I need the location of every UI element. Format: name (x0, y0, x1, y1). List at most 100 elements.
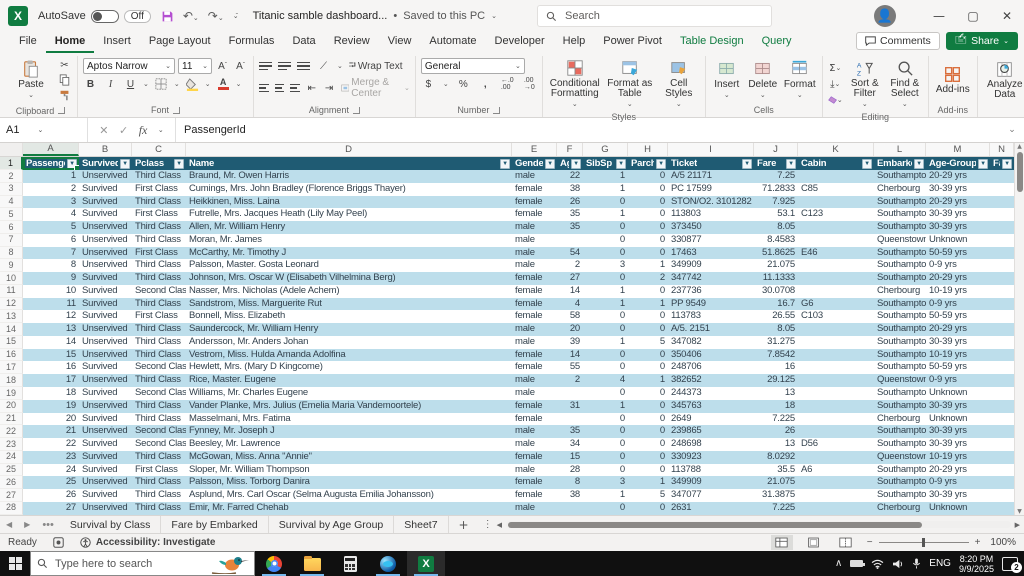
table-cell[interactable] (990, 502, 1014, 515)
table-cell[interactable]: 30-39 yrs (926, 183, 990, 196)
minimize-button[interactable]: — (922, 0, 956, 32)
table-cell[interactable] (557, 234, 583, 247)
table-cell[interactable]: Second Class (132, 285, 186, 298)
cancel-entry-icon[interactable]: ✕ (99, 124, 108, 137)
table-cell[interactable]: female (512, 361, 557, 374)
table-cell[interactable]: Southampton (874, 387, 926, 400)
table-cell[interactable]: 350406 (668, 349, 754, 362)
table-cell[interactable]: 18 (754, 400, 798, 413)
table-cell[interactable]: First Class (132, 310, 186, 323)
restore-button[interactable]: ▢ (956, 0, 990, 32)
table-cell[interactable] (798, 170, 874, 183)
table-cell[interactable]: 20 (557, 323, 583, 336)
table-cell[interactable] (798, 425, 874, 438)
zoom-level[interactable]: 100% (990, 537, 1016, 548)
column-letter-E[interactable]: E (512, 143, 557, 156)
table-cell[interactable]: 0 (583, 196, 628, 209)
column-letter-G[interactable]: G (583, 143, 628, 156)
table-cell[interactable]: 8.05 (754, 323, 798, 336)
table-cell[interactable] (798, 400, 874, 413)
table-cell[interactable]: Third Class (132, 196, 186, 209)
column-letter-B[interactable]: B (79, 143, 132, 156)
table-cell[interactable]: Southampton (874, 221, 926, 234)
table-cell[interactable]: 26 (754, 425, 798, 438)
table-cell[interactable]: 53.1 (754, 208, 798, 221)
table-cell[interactable]: 38 (557, 183, 583, 196)
table-cell[interactable]: Southampton (874, 336, 926, 349)
wrap-text-button[interactable]: ⮒ Wrap Text (349, 58, 403, 74)
table-cell[interactable]: 22 (23, 438, 79, 451)
table-cell[interactable]: 16.7 (754, 298, 798, 311)
header-cell-name[interactable]: Name ▼ (186, 157, 512, 170)
decrease-indent-icon[interactable]: ⇤ (306, 81, 317, 95)
table-cell[interactable] (990, 413, 1014, 426)
column-letter-H[interactable]: H (628, 143, 668, 156)
table-cell[interactable] (990, 489, 1014, 502)
table-cell[interactable] (990, 208, 1014, 221)
search-box[interactable]: Search (537, 5, 772, 27)
table-cell[interactable]: 0 (583, 502, 628, 515)
table-cell[interactable]: Survived (79, 310, 132, 323)
table-cell[interactable]: Futrelle, Mrs. Jacques Heath (Lily May P… (186, 208, 512, 221)
font-dialog-launcher-icon[interactable] (173, 106, 180, 114)
zoom-slider[interactable]: − + (867, 537, 981, 548)
table-cell[interactable]: First Class (132, 183, 186, 196)
table-cell[interactable]: Survived (79, 387, 132, 400)
conditional-formatting-button[interactable]: Conditional Formatting ⌄ (548, 58, 602, 110)
table-cell[interactable] (990, 310, 1014, 323)
table-cell[interactable]: 4 (557, 298, 583, 311)
table-cell[interactable]: Unservived (79, 170, 132, 183)
sheet-tab-survival-by-class[interactable]: Survival by Class (60, 516, 162, 533)
table-cell[interactable]: 26 (557, 196, 583, 209)
table-cell[interactable]: 0 (628, 413, 668, 426)
table-cell[interactable] (990, 476, 1014, 489)
table-cell[interactable]: 0 (583, 349, 628, 362)
table-cell[interactable]: 2 (23, 183, 79, 196)
font-name-select[interactable]: Aptos Narrow ⌄ (83, 58, 175, 74)
table-cell[interactable]: Unknown (926, 387, 990, 400)
table-cell[interactable]: C103 (798, 310, 874, 323)
table-cell[interactable]: Southampton (874, 425, 926, 438)
table-cell[interactable]: 3 (583, 476, 628, 489)
table-cell[interactable]: 18 (23, 387, 79, 400)
filter-button[interactable]: ▼ (616, 158, 626, 169)
orientation-icon[interactable]: ⟋ (316, 59, 331, 73)
formula-input[interactable]: PassengerId (176, 118, 1000, 142)
table-cell[interactable]: Third Class (132, 413, 186, 426)
cell-styles-button[interactable]: Cell Styles ⌄ (658, 58, 700, 110)
table-cell[interactable]: Southampton (874, 349, 926, 362)
sheet-tab-fare-by-embarked[interactable]: Fare by Embarked (161, 516, 269, 533)
filter-button[interactable]: ▼ (978, 158, 988, 169)
table-cell[interactable]: Southampton (874, 323, 926, 336)
table-cell[interactable]: 345763 (668, 400, 754, 413)
row-number[interactable]: 3 (0, 182, 23, 196)
table-cell[interactable]: male (512, 387, 557, 400)
table-cell[interactable]: 14 (557, 349, 583, 362)
table-cell[interactable]: female (512, 489, 557, 502)
addins-button[interactable]: Add-ins (934, 64, 972, 95)
table-cell[interactable]: 17463 (668, 247, 754, 260)
table-cell[interactable]: Survived (79, 183, 132, 196)
row-number[interactable]: 4 (0, 195, 23, 209)
row-number[interactable]: 27 (0, 489, 23, 502)
table-cell[interactable]: 2649 (668, 413, 754, 426)
table-cell[interactable]: 17 (23, 374, 79, 387)
format-painter-icon[interactable] (57, 88, 72, 102)
table-cell[interactable]: Unservived (79, 234, 132, 247)
row-number[interactable]: 12 (0, 297, 23, 311)
table-cell[interactable]: 0 (583, 310, 628, 323)
table-cell[interactable]: 237736 (668, 285, 754, 298)
table-cell[interactable]: Asplund, Mrs. Carl Oscar (Selma Augusta … (186, 489, 512, 502)
table-cell[interactable]: Third Class (132, 170, 186, 183)
table-cell[interactable]: male (512, 374, 557, 387)
table-cell[interactable]: 26.55 (754, 310, 798, 323)
row-number[interactable]: 18 (0, 374, 23, 388)
table-cell[interactable]: 30-39 yrs (926, 425, 990, 438)
table-cell[interactable]: McGowan, Miss. Anna "Annie" (186, 451, 512, 464)
table-cell[interactable]: 113783 (668, 310, 754, 323)
table-cell[interactable]: male (512, 234, 557, 247)
table-cell[interactable] (990, 374, 1014, 387)
table-cell[interactable]: 29.125 (754, 374, 798, 387)
header-cell-fare[interactable]: Fare ▼ (754, 157, 798, 170)
table-cell[interactable]: 16 (23, 361, 79, 374)
